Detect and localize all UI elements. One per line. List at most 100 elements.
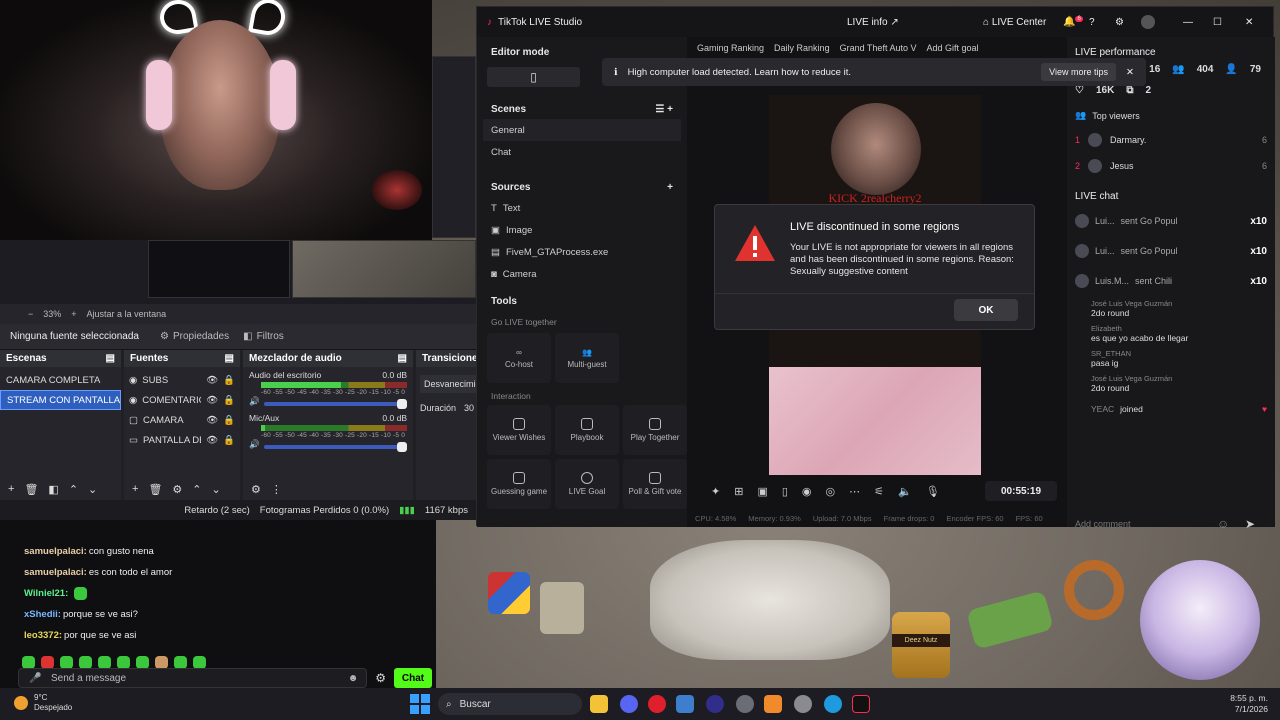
record-icon[interactable]: ◉	[802, 485, 812, 498]
phone-icon[interactable]: ▯	[782, 485, 788, 498]
taskbar-search[interactable]: ⌕ Buscar	[438, 693, 582, 715]
chat-send-button[interactable]: Chat	[394, 668, 432, 688]
dock-menu-icon[interactable]: ▤	[106, 353, 115, 364]
emoji-icon[interactable]: ☺	[1217, 517, 1229, 531]
volume-icon[interactable]: 🔈	[898, 485, 912, 498]
properties-button[interactable]: ⚙ Propiedades	[160, 331, 229, 342]
multiguest-button[interactable]: 👥 Multi-guest	[555, 333, 619, 383]
scene-filters-button[interactable]: ◧	[48, 483, 58, 496]
layout-icon[interactable]: ▣	[757, 485, 767, 498]
store-icon[interactable]	[676, 695, 694, 713]
speaker-icon[interactable]: 🔊	[249, 439, 260, 450]
source-item[interactable]: ▣ Image	[477, 219, 687, 241]
chat-username[interactable]: leo3372:	[24, 630, 62, 641]
chat-username[interactable]: samuelpalaci:	[24, 546, 87, 557]
send-icon[interactable]: ➤	[1245, 517, 1255, 531]
minimize-icon[interactable]: —	[1183, 17, 1193, 28]
scene-item-selected[interactable]: STREAM CON PANTALLA M	[0, 390, 121, 410]
add-gift-goal-chip[interactable]: Add Gift goal	[926, 43, 978, 55]
zoom-out-button[interactable]: −	[28, 309, 33, 319]
poll-gift-vote-button[interactable]: Poll & Gift vote	[623, 459, 687, 509]
close-icon[interactable]: ✕	[1126, 67, 1134, 78]
microphone-icon[interactable]: 🎤	[29, 673, 41, 684]
emote-icon[interactable]	[193, 655, 206, 669]
effects-icon[interactable]: ⊞	[734, 485, 743, 498]
settings-icon[interactable]: ⚙	[1115, 17, 1124, 28]
source-item[interactable]: ◉ COMENTARIC 👁 🔒	[124, 390, 240, 410]
emote-icon[interactable]	[60, 655, 73, 669]
source-item[interactable]: ▢ CAMARA 👁 🔒	[124, 410, 240, 430]
edge-icon[interactable]	[824, 695, 842, 713]
eye-icon[interactable]: 👁	[206, 395, 218, 406]
duration-input[interactable]: 30	[464, 403, 474, 413]
maximize-icon[interactable]: ☐	[1213, 17, 1222, 28]
ok-button[interactable]: OK	[954, 299, 1018, 321]
mic-icon[interactable]: 🎙	[926, 485, 940, 498]
lock-icon[interactable]: 🔒	[223, 415, 235, 426]
add-scene-icon[interactable]: +	[667, 104, 673, 115]
magic-icon[interactable]: ✦	[711, 485, 720, 498]
gaming-ranking-chip[interactable]: Gaming Ranking	[697, 43, 764, 55]
list-icon[interactable]: ☰	[655, 104, 664, 115]
tiktok-icon[interactable]	[852, 695, 870, 713]
scene-item[interactable]: CAMARA COMPLETA	[0, 370, 121, 390]
add-comment-input[interactable]: Add comment	[1067, 519, 1227, 529]
emote-icon[interactable]	[98, 655, 111, 669]
playbook-button[interactable]: Playbook	[555, 405, 619, 455]
guessing-game-button[interactable]: Guessing game	[487, 459, 551, 509]
live-goal-button[interactable]: LIVE Goal	[555, 459, 619, 509]
chat-username[interactable]: samuelpalaci:	[24, 567, 87, 578]
volume-knob[interactable]	[397, 398, 407, 409]
daily-ranking-chip[interactable]: Daily Ranking	[774, 43, 830, 55]
cohost-button[interactable]: ∞ Co-host	[487, 333, 551, 383]
volume-slider[interactable]	[263, 398, 407, 409]
sliders-icon[interactable]: ⚟	[874, 485, 884, 498]
settings-app-icon[interactable]	[736, 695, 754, 713]
dock-menu-icon[interactable]: ▤	[225, 353, 234, 364]
mixer-more-button[interactable]: ⋮	[271, 483, 282, 496]
volume-knob[interactable]	[397, 441, 407, 452]
source-settings-button[interactable]: ⚙	[172, 483, 182, 496]
emote-icon[interactable]	[41, 655, 54, 669]
emote-icon[interactable]	[136, 655, 149, 669]
emote-icon[interactable]	[174, 655, 187, 669]
discord-icon[interactable]	[620, 695, 638, 713]
dock-menu-icon[interactable]: ▤	[398, 353, 407, 364]
live-center-button[interactable]: ⌂ LIVE Center	[983, 17, 1046, 28]
fit-window-button[interactable]: Ajustar a la ventana	[87, 309, 167, 319]
move-down-button[interactable]: ⌄	[212, 483, 221, 496]
chat-settings-icon[interactable]: ⚙	[375, 671, 386, 685]
clock[interactable]: 8:55 p. m. 7/1/2026	[1230, 693, 1268, 715]
move-up-button[interactable]: ⌃	[69, 483, 78, 496]
start-button[interactable]	[410, 694, 430, 714]
top-viewer-row[interactable]: 2 Jesus 6	[1067, 153, 1275, 179]
camera-flip-icon[interactable]: ◎	[826, 485, 836, 498]
close-icon[interactable]: ✕	[1245, 17, 1253, 28]
move-down-button[interactable]: ⌄	[88, 483, 97, 496]
weather-widget[interactable]: 9°C Despejado	[14, 693, 72, 713]
obs-icon[interactable]	[706, 695, 724, 713]
source-item[interactable]: ◙ Camera	[477, 263, 687, 285]
add-scene-button[interactable]: +	[8, 483, 14, 495]
source-item[interactable]: ▭ PANTALLA DE 👁 🔒	[124, 430, 240, 450]
add-source-button[interactable]: +	[132, 483, 138, 495]
source-item[interactable]: T Text	[477, 197, 687, 219]
top-viewer-row[interactable]: 1 Darmary. 6	[1067, 127, 1275, 153]
eye-icon[interactable]: 👁	[206, 435, 218, 446]
source-item[interactable]: ◉ SUBS 👁 🔒	[124, 370, 240, 390]
more-icon[interactable]: ⋯	[849, 485, 860, 498]
scene-item-general[interactable]: General	[483, 119, 681, 141]
lock-icon[interactable]: 🔒	[223, 435, 235, 446]
file-explorer-icon[interactable]	[590, 695, 608, 713]
lock-icon[interactable]: 🔒	[223, 395, 235, 406]
bell-icon[interactable]: 🔔 6	[1063, 16, 1083, 28]
transition-select[interactable]: Desvanecimiento	[420, 375, 476, 393]
emote-icon[interactable]	[155, 655, 168, 669]
volume-slider[interactable]	[263, 441, 407, 452]
live-info-button[interactable]: LIVE info ↗	[847, 17, 899, 28]
add-source-icon[interactable]: +	[667, 182, 673, 193]
portrait-toggle[interactable]: ▯	[487, 67, 580, 87]
emote-icon[interactable]	[117, 655, 130, 669]
help-icon[interactable]: ?	[1089, 17, 1095, 28]
eye-icon[interactable]: 👁	[206, 415, 218, 426]
